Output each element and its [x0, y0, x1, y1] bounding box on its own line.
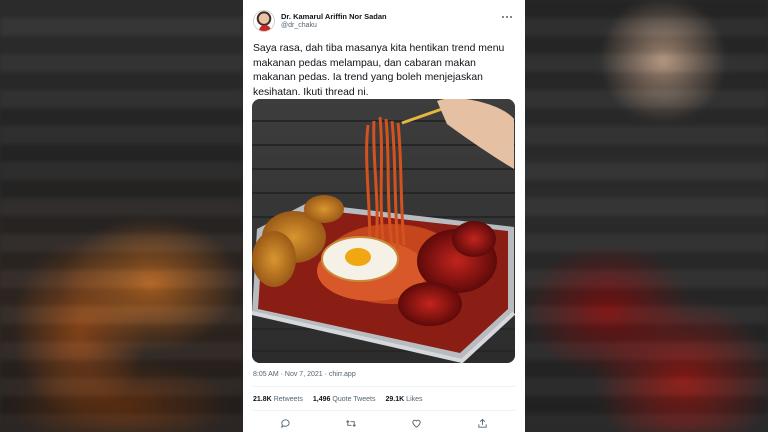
tweet-timestamp[interactable]: 8:05 AM · Nov 7, 2021 · chirr.app [253, 371, 356, 378]
likes-count: 29.1K [385, 396, 405, 403]
quote-tweets-label: Quote Tweets [332, 396, 376, 403]
author-name[interactable]: Dr. Kamarul Ariffin Nor Sadan [281, 12, 387, 21]
divider [253, 386, 515, 387]
blurred-background-right [523, 0, 768, 432]
retweet-icon[interactable] [344, 416, 358, 430]
retweets-count: 21.8K [253, 396, 272, 403]
food-photo-illustration [252, 99, 515, 363]
tweet-text: Saya rasa, dah tiba masanya kita hentika… [253, 43, 505, 98]
like-icon[interactable] [410, 416, 424, 430]
tweet-actions [253, 416, 515, 430]
tweet-card: Dr. Kamarul Ariffin Nor Sadan @dr_chaku … [243, 0, 525, 432]
divider [253, 410, 515, 411]
quote-tweets-count: 1,496 [312, 396, 331, 403]
quote-tweets-stat[interactable]: 1,496 Quote Tweets [313, 396, 376, 403]
more-options-icon[interactable] [499, 10, 515, 24]
reply-icon[interactable] [279, 416, 293, 430]
likes-label: Likes [406, 396, 423, 403]
blurred-background-left [0, 0, 243, 432]
retweets-stat[interactable]: 21.8K Retweets [253, 396, 303, 403]
retweets-label: Retweets [273, 396, 303, 403]
tweet-stats: 21.8K Retweets 1,496 Quote Tweets 29.1K Lik… [253, 396, 423, 403]
likes-stat[interactable]: 29.1K Likes [385, 396, 422, 403]
tweet-header: Dr. Kamarul Ariffin Nor Sadan @dr_chaku [253, 10, 515, 36]
avatar[interactable] [253, 10, 275, 32]
author-handle[interactable]: @dr_chaku [281, 22, 317, 29]
share-icon[interactable] [475, 416, 489, 430]
tweet-photo[interactable] [252, 99, 515, 363]
